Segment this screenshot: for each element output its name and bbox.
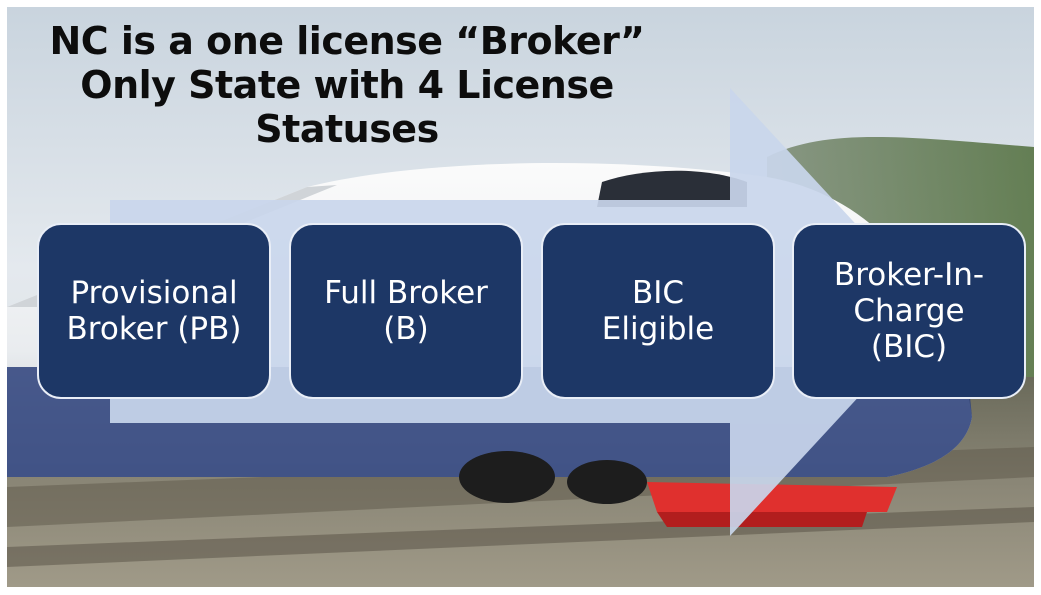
status-label-line: Broker-In- — [833, 257, 985, 293]
status-label: BIC Eligible — [596, 275, 720, 347]
title-line-1: NC is a one license “Broker” — [49, 19, 645, 63]
status-box-bic-eligible: BIC Eligible — [541, 223, 775, 399]
title-line-2: Only State with 4 License — [80, 63, 614, 107]
slide-title: NC is a one license “Broker” Only State … — [37, 19, 657, 151]
status-box-broker-in-charge: Broker-In- Charge (BIC) — [792, 223, 1026, 399]
status-box-full-broker: Full Broker (B) — [289, 223, 523, 399]
status-label: Broker-In- Charge (BIC) — [828, 257, 990, 365]
status-label-line: Full Broker — [324, 275, 488, 311]
status-label-line: (BIC) — [870, 329, 948, 365]
slide: NC is a one license “Broker” Only State … — [7, 7, 1034, 587]
status-label-line: Broker (PB) — [66, 311, 242, 347]
status-label: Provisional Broker (PB) — [61, 275, 248, 347]
status-label-line: Eligible — [601, 311, 715, 347]
status-label-line: Charge — [853, 293, 965, 329]
status-label: Full Broker (B) — [318, 275, 494, 347]
status-box-provisional-broker: Provisional Broker (PB) — [37, 223, 271, 399]
status-label-line: BIC — [631, 275, 685, 311]
status-label-line: Provisional — [70, 275, 238, 311]
title-line-3: Statuses — [255, 107, 439, 151]
status-label-line: (B) — [383, 311, 429, 347]
